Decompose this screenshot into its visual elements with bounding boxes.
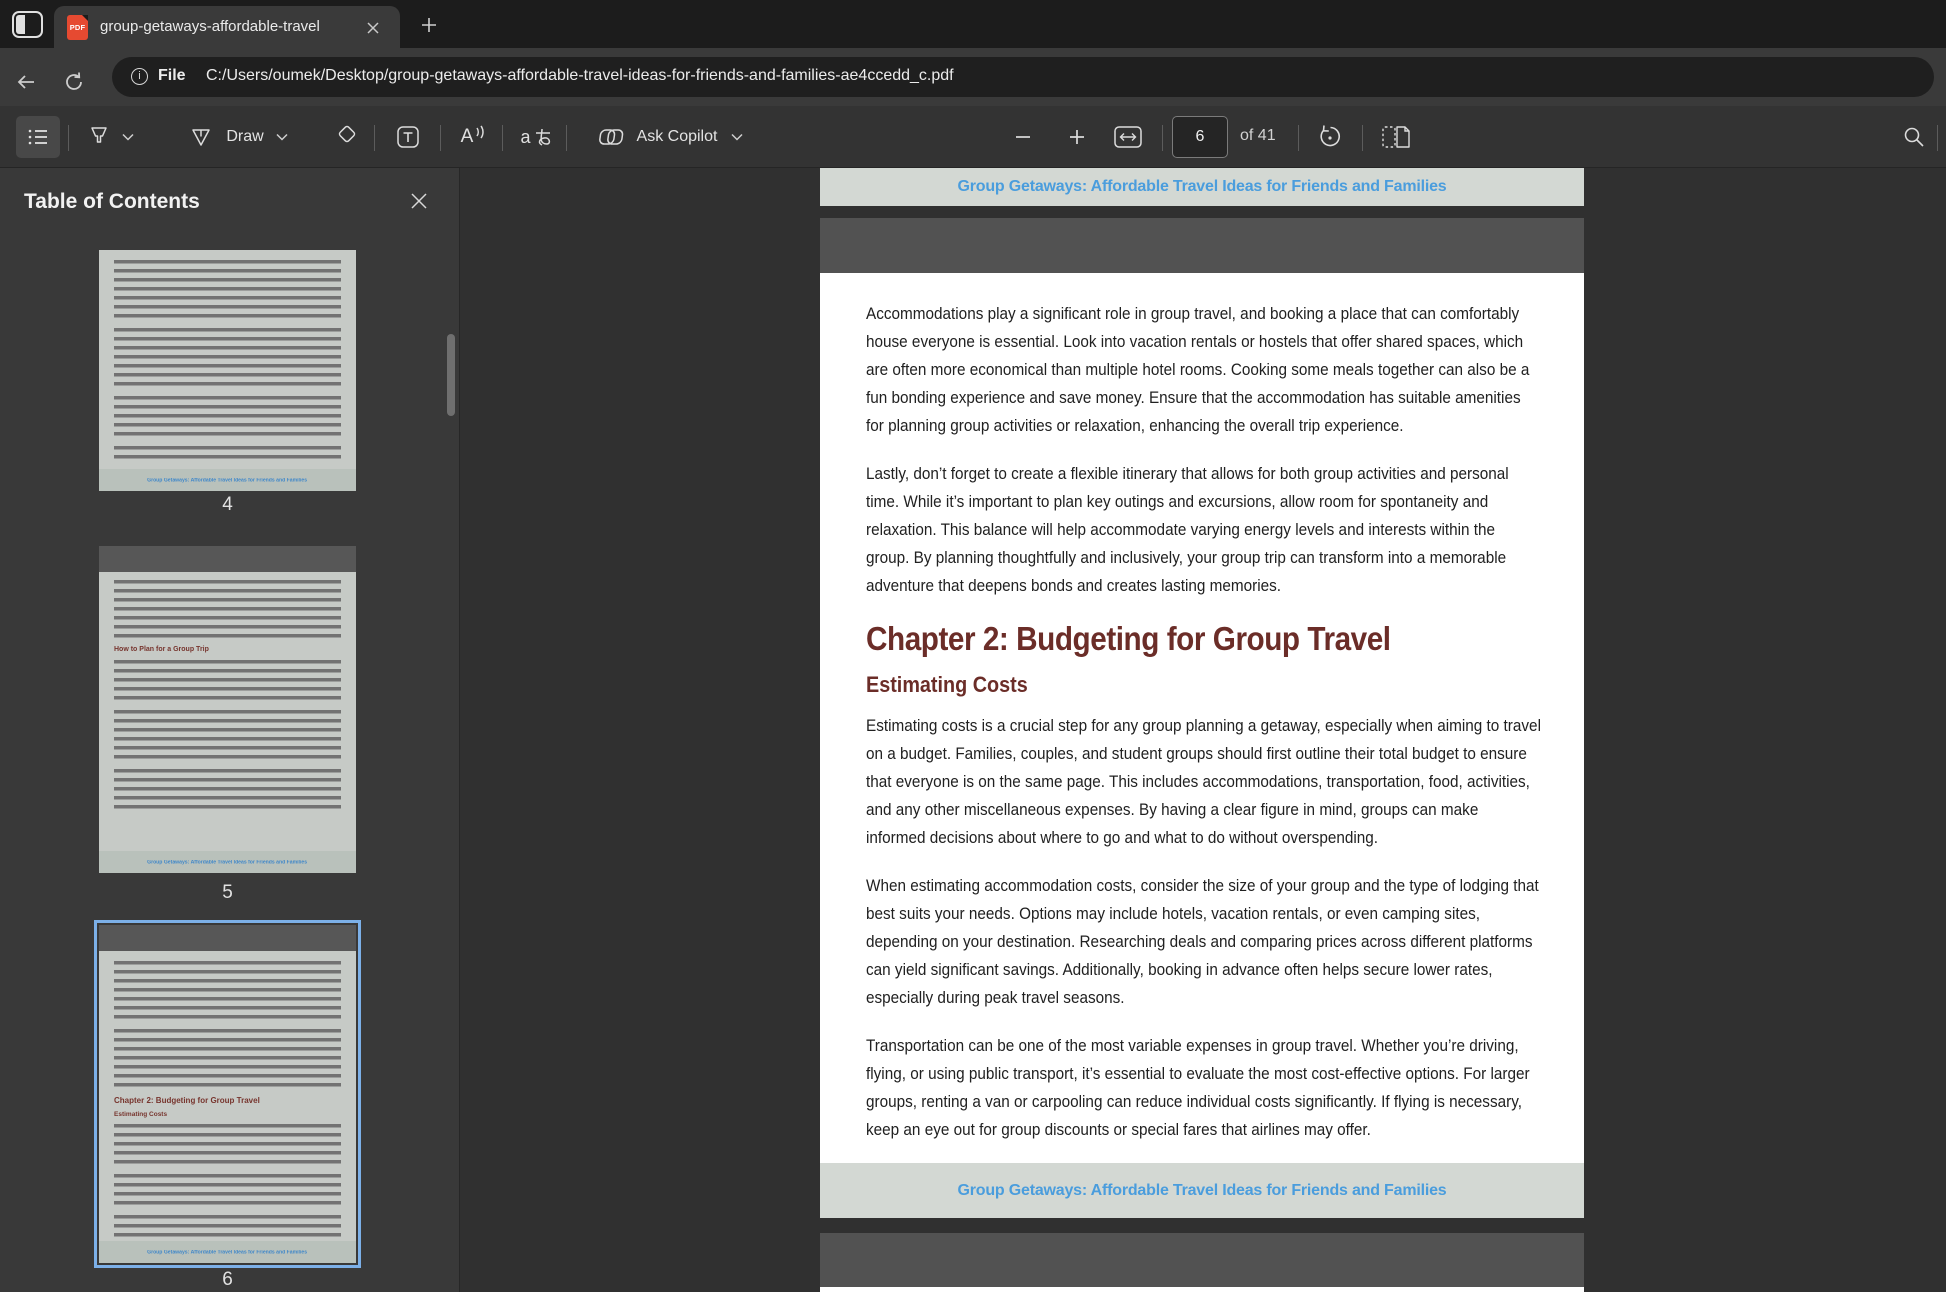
- page-6-text: Accommodations play a significant role i…: [866, 300, 1541, 1164]
- chapter-heading: Chapter 2: Budgeting for Group Travel: [866, 620, 1541, 658]
- file-path: C:/Users/oumek/Desktop/group-getaways-af…: [206, 67, 954, 85]
- toc-sidebar: Table of Contents Group Getaways: Afford…: [0, 168, 460, 1292]
- page-7-header-band: [820, 1233, 1584, 1287]
- read-aloud-button[interactable]: A: [452, 116, 496, 158]
- pdf-toolbar: Draw A a Ask Copilot: [0, 106, 1946, 168]
- chevron-down-icon: [731, 133, 743, 141]
- new-tab-button[interactable]: [414, 10, 444, 40]
- thumbnail-label-5: 5: [99, 882, 356, 904]
- section-heading: Estimating Costs: [866, 672, 1541, 698]
- tab-title: group-getaways-affordable-travel: [100, 18, 358, 38]
- search-icon[interactable]: [1894, 116, 1934, 158]
- thumbnail-6-subheading: Estimating Costs: [114, 1111, 167, 1118]
- ask-copilot-label: Ask Copilot: [637, 128, 718, 146]
- translate-button[interactable]: a: [514, 116, 558, 158]
- thumbnail-page-6[interactable]: Chapter 2: Budgeting for Group Travel Es…: [99, 925, 356, 1263]
- page-view-button[interactable]: [1374, 116, 1418, 158]
- thumbnail-page-5[interactable]: How to Plan for a Group Trip Group Getaw…: [99, 546, 356, 873]
- pdf-page-6: Accommodations play a significant role i…: [820, 218, 1584, 1218]
- page-6-header-band: [820, 218, 1584, 273]
- workspace-icon[interactable]: [12, 11, 43, 38]
- paragraph: When estimating accommodation costs, con…: [866, 872, 1541, 1012]
- draw-label: Draw: [226, 128, 263, 146]
- copilot-icon: [599, 124, 625, 150]
- sidebar-close-icon[interactable]: [404, 186, 434, 216]
- page-number-input[interactable]: [1172, 116, 1228, 158]
- refresh-icon[interactable]: [58, 61, 90, 103]
- tab-bar: PDF group-getaways-affordable-travel: [0, 0, 1946, 48]
- zoom-in-button[interactable]: [1059, 116, 1095, 158]
- thumbnail-label-4: 4: [99, 494, 356, 516]
- sidebar-scrollbar[interactable]: [447, 334, 455, 416]
- chevron-down-icon: [122, 133, 134, 141]
- ask-copilot-button[interactable]: Ask Copilot: [578, 116, 764, 158]
- thumbnail-footer-strip: Group Getaways: Affordable Travel Ideas …: [99, 851, 356, 873]
- pdf-viewer-canvas[interactable]: Group Getaways: Affordable Travel Ideas …: [460, 168, 1946, 1292]
- protocol-label: File: [158, 67, 186, 85]
- paragraph: Transportation can be one of the most va…: [866, 1032, 1541, 1144]
- paragraph: Lastly, don’t forget to create a flexibl…: [866, 460, 1541, 600]
- browser-tab[interactable]: PDF group-getaways-affordable-travel: [54, 6, 400, 48]
- thumbnail-footer-strip: Group Getaways: Affordable Travel Ideas …: [99, 1241, 356, 1263]
- paragraph: Estimating costs is a crucial step for a…: [866, 712, 1541, 852]
- address-bar: i File C:/Users/oumek/Desktop/group-geta…: [0, 48, 1946, 106]
- highlighter-button[interactable]: [80, 116, 140, 158]
- add-text-button[interactable]: [388, 116, 428, 158]
- thumbnail-page-5-preview: How to Plan for a Group Trip Group Getaw…: [99, 546, 356, 873]
- thumbnail-6-heading: Chapter 2: Budgeting for Group Travel: [114, 1096, 260, 1105]
- thumbnail-page-6-preview: Chapter 2: Budgeting for Group Travel Es…: [99, 925, 356, 1263]
- page-5-footer-strip: Group Getaways: Affordable Travel Ideas …: [820, 168, 1584, 206]
- thumbnail-footer-strip: Group Getaways: Affordable Travel Ideas …: [99, 469, 356, 491]
- pdf-file-icon: PDF: [67, 15, 88, 40]
- thumbnail-page-4-preview: Group Getaways: Affordable Travel Ideas …: [99, 250, 356, 491]
- running-footer: Group Getaways: Affordable Travel Ideas …: [958, 1182, 1447, 1200]
- thumbnail-label-6: 6: [99, 1269, 356, 1291]
- fit-to-width-button[interactable]: [1106, 116, 1150, 158]
- page-number-value[interactable]: [1173, 117, 1227, 157]
- info-icon[interactable]: i: [131, 68, 148, 85]
- back-icon[interactable]: [10, 61, 42, 103]
- thumbnail-page-4[interactable]: Group Getaways: Affordable Travel Ideas …: [99, 250, 356, 491]
- url-field[interactable]: i File C:/Users/oumek/Desktop/group-geta…: [112, 57, 1934, 97]
- draw-button[interactable]: Draw: [168, 116, 308, 158]
- running-header: Group Getaways: Affordable Travel Ideas …: [958, 178, 1447, 196]
- sidebar-title: Table of Contents: [24, 190, 200, 214]
- eraser-button[interactable]: [326, 116, 366, 158]
- rotate-button[interactable]: [1310, 116, 1350, 158]
- zoom-out-button[interactable]: [1005, 116, 1041, 158]
- kana-glyph-icon: [534, 127, 552, 147]
- thumbnail-5-heading: How to Plan for a Group Trip: [114, 646, 209, 653]
- tab-close-icon[interactable]: [364, 19, 382, 37]
- page-6-footer-strip: Group Getaways: Affordable Travel Ideas …: [820, 1163, 1584, 1218]
- page-count-label: of 41: [1240, 127, 1276, 145]
- table-of-contents-button[interactable]: [16, 116, 60, 158]
- paragraph: Accommodations play a significant role i…: [866, 300, 1541, 440]
- pdf-page-7: [820, 1233, 1584, 1292]
- chevron-down-icon: [276, 133, 288, 141]
